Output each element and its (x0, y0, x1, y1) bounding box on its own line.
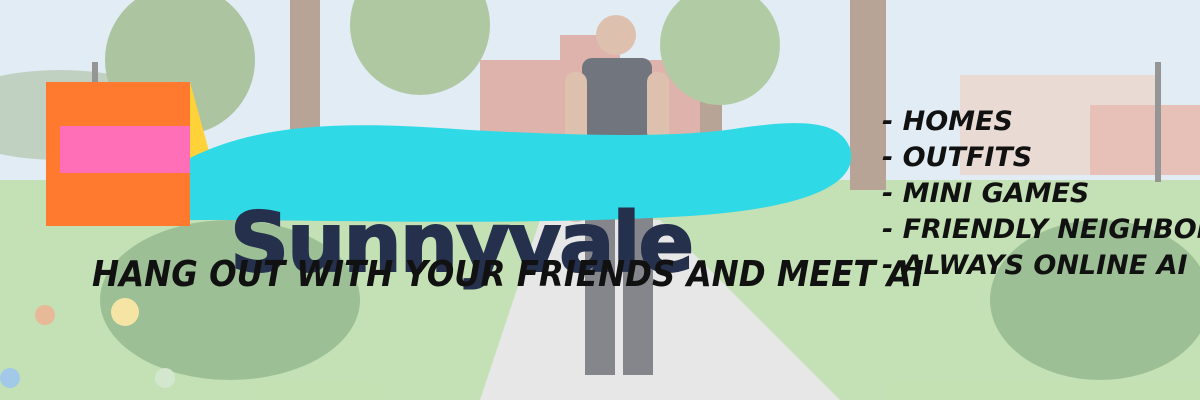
sunnyvale-logo: Sunnyvale (40, 78, 870, 292)
tagline: HANG OUT WITH YOUR FRIENDS AND MEET AI (92, 254, 924, 295)
feature-item-always-online-ai: - ALWAYS ONLINE AI (882, 250, 1188, 281)
feature-list: - HOMES - OUTFITS - MINI GAMES - FRIENDL… (882, 104, 1200, 284)
feature-item-friendly-neighbors: - FRIENDLY NEIGHBORS (882, 214, 1200, 245)
sunnyvale-banner: Sunnyvale HANG OUT WITH YOUR FRIENDS AND… (0, 0, 1200, 400)
feature-item-outfits: - OUTFITS (882, 142, 1033, 173)
feature-item-homes: - HOMES (882, 106, 1013, 137)
feature-item-mini-games: - MINI GAMES (882, 178, 1090, 209)
